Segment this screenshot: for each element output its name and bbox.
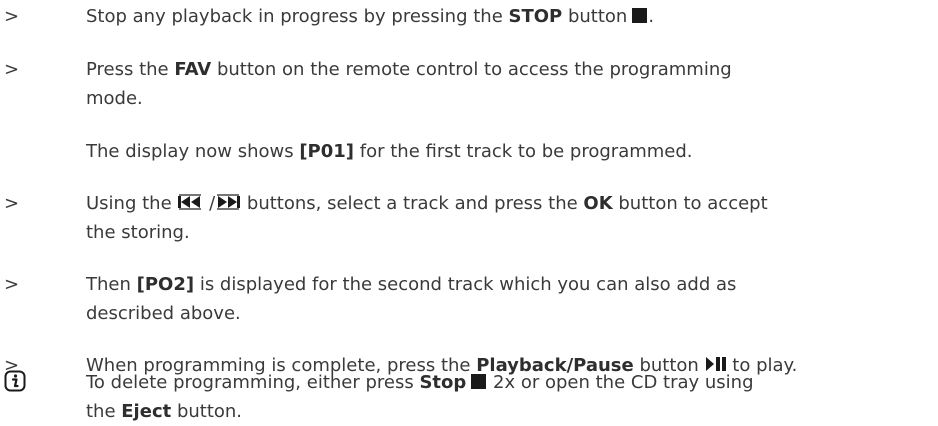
step-text-pre: Then: [86, 274, 137, 295]
key-label: OK: [583, 193, 613, 214]
key-label: Eject: [121, 401, 172, 422]
step-text-tail: .: [648, 6, 655, 27]
icon-separator: /: [203, 193, 216, 214]
step-text-pre: Stop any playback in progress by pressin…: [86, 6, 509, 27]
stop-icon: [632, 8, 648, 23]
bullet-marker: >: [4, 193, 20, 214]
bullet-marker: >: [4, 6, 20, 27]
step-text-post: is displayed for the second track which …: [194, 274, 737, 295]
step-text-pre: Using the: [86, 193, 178, 214]
step-text-post: button: [562, 6, 628, 27]
skip-forward-icon: [217, 194, 241, 210]
step-text-pre: The display now shows: [86, 141, 300, 162]
bullet-marker: >: [4, 59, 20, 80]
step-text: Using the / buttons, select a track and …: [86, 189, 938, 218]
key-label: Stop: [419, 372, 467, 393]
stop-icon: [471, 374, 487, 389]
key-label: FAV: [174, 59, 212, 80]
note-line2-post: button.: [171, 401, 243, 422]
step-text-post: button on the remote control to access t…: [211, 59, 732, 80]
bullet-marker: >: [4, 274, 20, 295]
note-line2-pre: the: [86, 401, 122, 422]
step-text-line2: mode.: [86, 88, 143, 109]
step-text-post: button to accept: [612, 193, 768, 214]
info-icon: [4, 370, 26, 392]
display-code: [P01]: [299, 141, 355, 162]
step-text: The display now shows [P01] for the firs…: [86, 137, 938, 166]
note-text-line2: the Eject button.: [86, 397, 938, 426]
step-text-line2: the storing.: [86, 222, 190, 243]
display-code: [PO2]: [136, 274, 195, 295]
skip-back-icon: [178, 194, 202, 210]
step-text-mid: buttons, select a track and press the: [241, 193, 584, 214]
step-text: Then [PO2] is displayed for the second t…: [86, 270, 938, 299]
step-text-pre: Press the: [86, 59, 175, 80]
note-text-mid: 2x or open the CD tray using: [487, 372, 754, 393]
step-text: Stop any playback in progress by pressin…: [86, 2, 938, 31]
step-text-post: for the first track to be programmed.: [354, 141, 693, 162]
note-text: To delete programming, either press Stop…: [86, 368, 938, 397]
instruction-page: > Stop any playback in progress by press…: [0, 0, 938, 422]
step-text: Press the FAV button on the remote contr…: [86, 55, 938, 84]
note-text-pre: To delete programming, either press: [86, 372, 420, 393]
step-text-line2: described above.: [86, 303, 241, 324]
key-label: STOP: [508, 6, 563, 27]
